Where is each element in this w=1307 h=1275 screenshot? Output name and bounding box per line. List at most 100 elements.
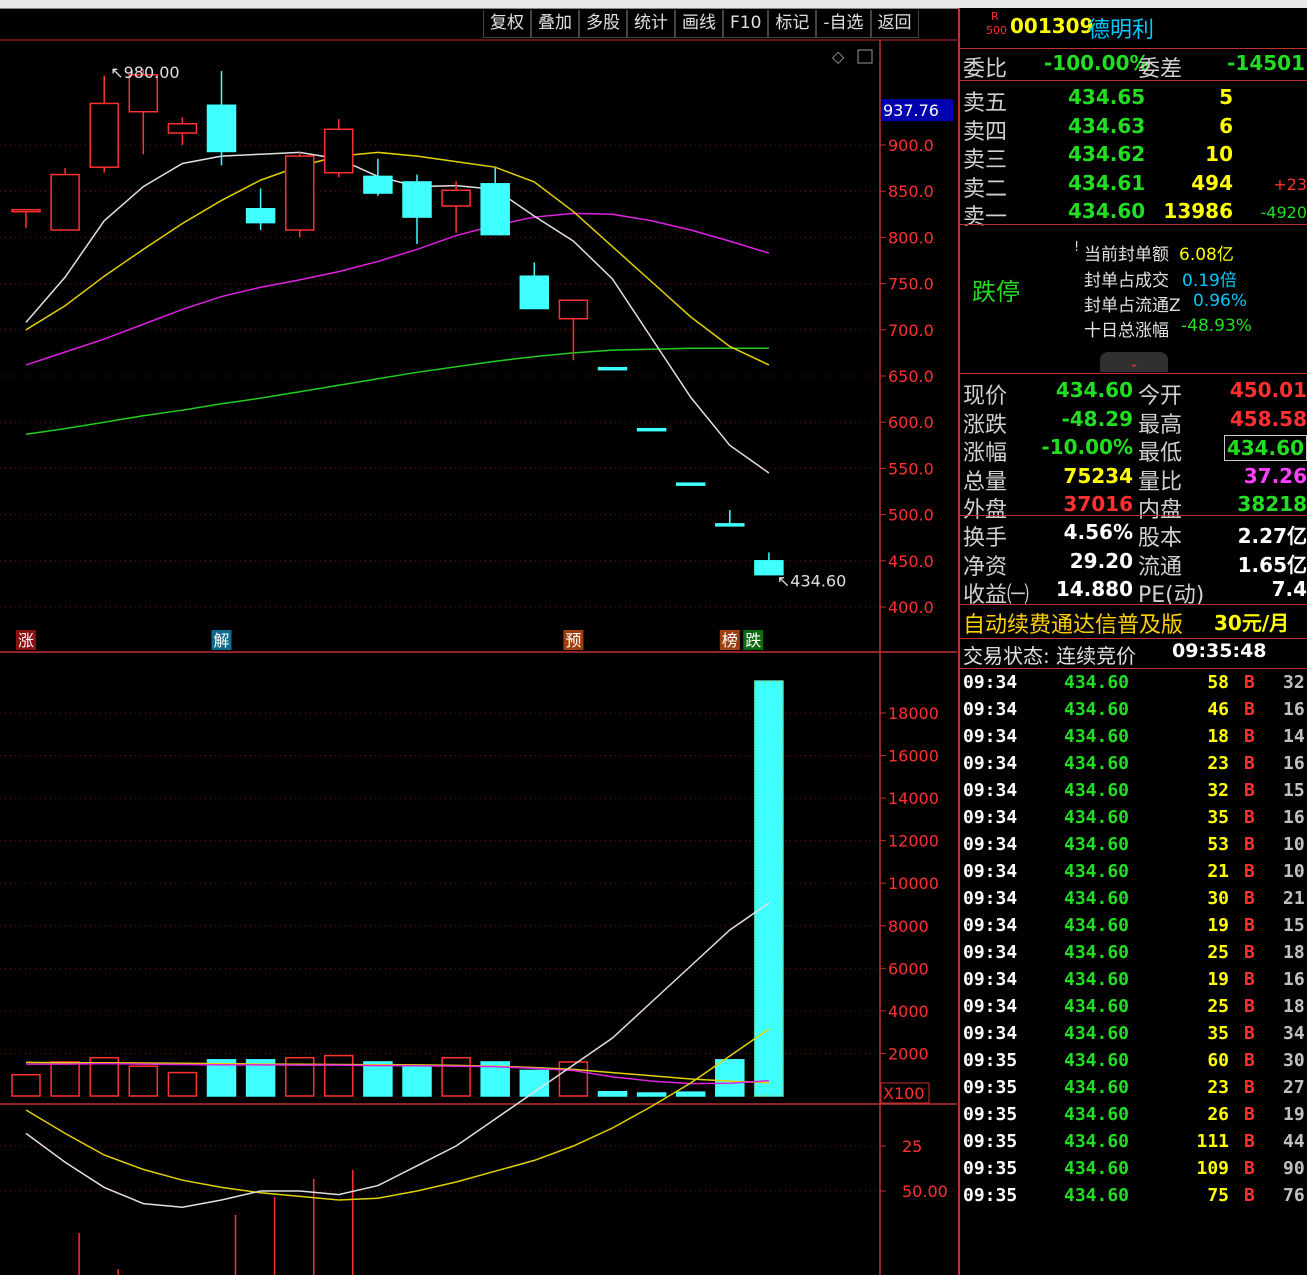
toolbar-button-0[interactable]: 复权	[483, 10, 531, 38]
indicator-line-yellow	[25, 1028, 770, 1201]
ten-day-label: 十日总涨幅	[1084, 321, 1169, 341]
candle-body	[441, 189, 471, 207]
volume-bar	[324, 1054, 354, 1097]
stock-name[interactable]: 德明利	[1088, 12, 1154, 44]
ad-price[interactable]: 30元/月	[1214, 607, 1289, 636]
tick-row[interactable]: 09:34 434.60 32 B 15	[960, 780, 1307, 807]
tick-price: 434.60	[1064, 861, 1130, 882]
volume-bar	[11, 1073, 41, 1097]
collapse-button[interactable]: ⌄	[1100, 352, 1168, 372]
volume-bar	[167, 1071, 198, 1097]
volume-bar	[441, 1056, 471, 1097]
candle-body	[89, 102, 119, 168]
candle-body	[480, 183, 510, 236]
volume-bar	[715, 1059, 745, 1097]
tick-count: 44	[1283, 1131, 1305, 1152]
tick-row[interactable]: 09:34 434.60 18 B 14	[960, 726, 1307, 753]
tick-time: 09:35	[963, 1131, 1018, 1152]
volume-bar	[597, 1090, 628, 1097]
chart-area[interactable]: 900.0 850.0 800.0 750.0 700.0 650.0 600.0 550.0…	[0, 8, 957, 1275]
toolbar-button-7[interactable]: -自选	[816, 10, 871, 38]
toolbar-button-5[interactable]: F10	[723, 10, 769, 38]
toolbar-button-2[interactable]: 多股	[579, 10, 627, 38]
tick-row[interactable]: 09:34 434.60 35 B 34	[960, 1023, 1307, 1050]
tick-row[interactable]: 09:34 434.60 35 B 16	[960, 807, 1307, 834]
toolbar-button-3[interactable]: 统计	[627, 10, 675, 38]
ten-day-value: -48.93%	[1181, 316, 1252, 336]
ask-row[interactable]: 卖三 434.62 10	[960, 142, 1307, 173]
ask-row[interactable]: 卖一 434.60 13986 -4920	[960, 199, 1307, 230]
event-marker-label: 涨	[18, 631, 34, 650]
tick-row[interactable]: 09:35 434.60 60 B 30	[960, 1050, 1307, 1077]
stock-code[interactable]: 001309	[1010, 14, 1094, 38]
toolbar-button-1[interactable]: 叠加	[531, 10, 579, 38]
separator	[960, 80, 1307, 81]
toolbar-button-4[interactable]: 画线	[675, 10, 723, 38]
tick-row[interactable]: 09:35 434.60 23 B 27	[960, 1077, 1307, 1104]
separator	[960, 515, 1307, 516]
ask-row[interactable]: 卖二 434.61 494 +23	[960, 171, 1307, 202]
ask-row[interactable]: 卖四 434.63 6	[960, 114, 1307, 145]
ma-line-magenta	[25, 212, 770, 366]
candle-body	[402, 181, 432, 218]
tick-row[interactable]: 09:34 434.60 53 B 10	[960, 834, 1307, 861]
ad-text[interactable]: 自动续费通达信普及版	[963, 607, 1183, 639]
tick-time: 09:34	[963, 699, 1018, 720]
tick-time: 09:34	[963, 942, 1018, 963]
fund-value: 29.20	[1069, 548, 1133, 573]
fund-label: 流通	[1138, 554, 1183, 580]
tick-time: 09:34	[963, 861, 1018, 882]
quote-row: 涨跌 -48.29 最高 458.58	[960, 406, 1307, 438]
tick-count: 15	[1283, 915, 1305, 936]
tick-row[interactable]: 09:34 434.60 25 B 18	[960, 942, 1307, 969]
ask-row[interactable]: 卖五 434.65 5	[960, 85, 1307, 116]
tick-row[interactable]: 09:34 434.60 25 B 18	[960, 996, 1307, 1023]
quote-label: 涨跌	[963, 412, 1008, 438]
tick-side: B	[1244, 1185, 1255, 1206]
ad-banner[interactable]: 自动续费通达信普及版 30元/月	[960, 607, 1307, 639]
tick-row[interactable]: 09:35 434.60 109 B 90	[960, 1158, 1307, 1185]
tick-count: 18	[1283, 942, 1305, 963]
tick-volume: 25	[1207, 942, 1229, 963]
tick-side: B	[1244, 1131, 1255, 1152]
volume-tick-label: 18000	[888, 704, 939, 723]
tick-price: 434.60	[1064, 834, 1130, 855]
toolbar-button-8[interactable]: 返回	[870, 10, 919, 38]
stock-header: R 500 001309 德明利	[960, 10, 1307, 46]
price-tick-label: 900.0	[888, 136, 934, 155]
toolbar-button-6[interactable]: 标记	[768, 10, 817, 38]
seal-turnover-value: 0.19倍	[1182, 271, 1237, 291]
tick-row[interactable]: 09:34 434.60 46 B 16	[960, 699, 1307, 726]
chart-toolbar: 复权 叠加 多股 统计 画线 F10 标记 -自选 返回	[483, 10, 919, 38]
tick-row[interactable]: 09:34 434.60 23 B 16	[960, 753, 1307, 780]
ask-volume: 10	[1205, 142, 1233, 166]
fund-value: 1.65亿	[1237, 552, 1307, 577]
price-marker-label: 937.76	[883, 101, 939, 120]
quote-value: 458.58	[1229, 406, 1307, 431]
ask-change: -4920	[1260, 203, 1307, 222]
volume-bar	[50, 1061, 80, 1097]
tick-row[interactable]: 09:34 434.60 19 B 15	[960, 915, 1307, 942]
tick-row[interactable]: 09:34 434.60 21 B 10	[960, 861, 1307, 888]
tick-row[interactable]: 09:34 434.60 30 B 21	[960, 888, 1307, 915]
tick-time: 09:34	[963, 996, 1018, 1017]
candle-body	[206, 104, 237, 153]
tick-row[interactable]: 09:35 434.60 26 B 19	[960, 1104, 1307, 1131]
quote-label: 总量	[963, 469, 1008, 495]
tick-row[interactable]: 09:35 434.60 111 B 44	[960, 1131, 1307, 1158]
tick-row[interactable]: 09:34 434.60 19 B 16	[960, 969, 1307, 996]
tick-price: 434.60	[1064, 807, 1130, 828]
tick-row[interactable]: 09:35 434.60 75 B 76	[960, 1185, 1307, 1212]
candle-body	[167, 122, 198, 134]
tick-count: 14	[1283, 726, 1305, 747]
ask-label: 卖四	[963, 119, 1008, 145]
tick-row[interactable]: 09:34 434.60 58 B 32	[960, 672, 1307, 699]
kline-chart[interactable]: 900.0 850.0 800.0 750.0 700.0 650.0 600.0 550.0…	[0, 8, 957, 1275]
tick-time: 09:35	[963, 1050, 1018, 1071]
tick-time: 09:34	[963, 1023, 1018, 1044]
tick-volume: 111	[1196, 1131, 1229, 1152]
quote-label: 最低	[1138, 441, 1183, 466]
price-tick-label: 850.0	[888, 182, 934, 201]
ask-price: 434.65	[1068, 85, 1146, 109]
tick-volume: 23	[1207, 1077, 1229, 1098]
